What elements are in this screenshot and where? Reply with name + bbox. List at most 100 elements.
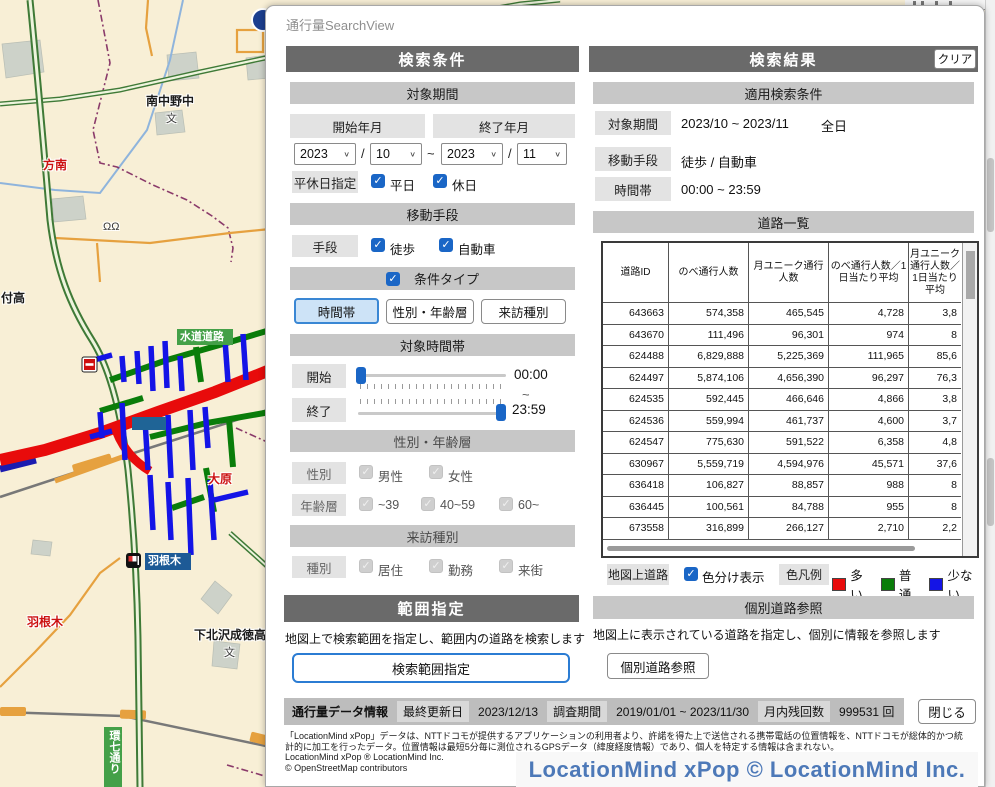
table-cell: 4,600: [829, 411, 909, 432]
map-roads-label: 地図上道路: [607, 564, 669, 585]
tab-gender-age[interactable]: 性別・年齢層: [386, 299, 474, 324]
scrollbar-thumb[interactable]: [987, 458, 994, 526]
survey-period-value: 2019/01/01 ~ 2023/11/30: [616, 705, 749, 719]
table-cell: 955: [829, 497, 909, 518]
worker-checkbox: ✓: [429, 559, 443, 573]
start-year-value: 2023: [300, 147, 328, 161]
road-table-header: 道路IDのべ通行人数月ユニーク通行人数のべ通行人数／1日当たり平均月ユニーク通行…: [603, 243, 961, 303]
table-row[interactable]: 636418106,82788,8579888: [603, 475, 961, 497]
visit-type-section-header: 来訪種別: [290, 525, 575, 547]
table-row[interactable]: 636445100,56184,7889558: [603, 497, 961, 519]
age-40-59-checkbox: ✓: [421, 497, 435, 511]
scrollbar-thumb[interactable]: [987, 158, 994, 232]
search-conditions-header: 検索条件: [286, 46, 579, 72]
end-slider-handle[interactable]: [496, 404, 506, 421]
osm-attribution: © OpenStreetMap contributors: [285, 763, 407, 773]
car-checkbox[interactable]: ✓: [439, 238, 453, 252]
end-month-select[interactable]: 11 ∨: [517, 143, 567, 165]
time-range-section-header: 対象時間帯: [290, 334, 575, 356]
table-cell: 624536: [603, 411, 669, 432]
road-table-body: 643663574,358465,5454,7283,8643670111,49…: [603, 303, 977, 540]
table-row[interactable]: 673558316,899266,1272,7102,2: [603, 518, 961, 540]
table-cell: 465,545: [749, 303, 829, 324]
table-cell: 4,656,390: [749, 368, 829, 389]
end-year-select[interactable]: 2023 ∨: [441, 143, 503, 165]
table-cell: 591,522: [749, 432, 829, 453]
screen: 南中野中文方南ΩΩ付高大原羽根木下北沢成徳高文水道道路羽根木環七通り 通行量Se…: [0, 0, 995, 787]
table-row[interactable]: 624547775,630591,5226,3584,8: [603, 432, 961, 454]
weekday-checkbox[interactable]: ✓: [371, 174, 385, 188]
table-cell: 5,874,106: [669, 368, 749, 389]
weekday-label: 平日: [390, 175, 415, 194]
individual-road-button[interactable]: 個別道路参照: [607, 653, 709, 679]
table-cell: 88,857: [749, 475, 829, 496]
table-cell: 630967: [603, 454, 669, 475]
start-slider-handle[interactable]: [356, 367, 366, 384]
end-slider-track[interactable]: [358, 412, 506, 415]
table-horizontal-scrollbar[interactable]: [607, 546, 957, 553]
visit-label: 種別: [292, 556, 346, 578]
scrollbar-thumb[interactable]: [966, 251, 975, 299]
male-checkbox: ✓: [359, 465, 373, 479]
close-button[interactable]: 閉じる: [918, 699, 976, 724]
dialog-title: 通行量SearchView: [286, 15, 394, 34]
table-cell: 643663: [603, 303, 669, 324]
condition-type-header: ✓ 条件タイプ: [290, 267, 575, 290]
table-cell: 106,827: [669, 475, 749, 496]
end-year-value: 2023: [447, 147, 475, 161]
male-label: 男性: [378, 466, 403, 485]
tab-time-range[interactable]: 時間帯: [294, 298, 379, 324]
resident-checkbox: ✓: [359, 559, 373, 573]
data-info-label: 通行量データ情報: [292, 703, 388, 720]
table-row[interactable]: 6244975,874,1064,656,39096,29776,3: [603, 368, 961, 390]
gender-age-section-header: 性別・年齢層: [290, 430, 575, 452]
applied-transport-label: 移動手段: [595, 147, 671, 171]
age-60plus-checkbox: ✓: [499, 497, 513, 511]
period-section-header: 対象期間: [290, 82, 575, 104]
applied-time-value: 00:00 ~ 23:59: [681, 182, 761, 197]
column-header: のべ通行人数: [669, 243, 749, 302]
applied-time-label: 時間帯: [595, 177, 671, 201]
table-row[interactable]: 6309675,559,7194,594,97645,57137,6: [603, 454, 961, 476]
table-row[interactable]: 643663574,358465,5454,7283,8: [603, 303, 961, 325]
clear-button[interactable]: クリア: [934, 49, 976, 69]
range-section-header: 範囲指定: [284, 595, 579, 622]
table-cell: 624488: [603, 346, 669, 367]
table-row[interactable]: 6244886,829,8885,225,369111,96585,6: [603, 346, 961, 368]
last-updated-value: 2023/12/13: [478, 705, 538, 719]
visitor-checkbox: ✓: [499, 559, 513, 573]
applied-period-value: 2023/10 ~ 2023/11: [681, 116, 789, 131]
time-tilde: ~: [522, 387, 530, 402]
table-cell: 3,8: [909, 389, 961, 410]
start-month-select[interactable]: 10 ∨: [370, 143, 422, 165]
resident-label: 居住: [378, 560, 403, 579]
holiday-checkbox[interactable]: ✓: [433, 174, 447, 188]
tab-visit-type[interactable]: 来訪種別: [481, 299, 566, 324]
road-table[interactable]: 道路IDのべ通行人数月ユニーク通行人数のべ通行人数／1日当たり平均月ユニーク通行…: [601, 241, 979, 558]
table-cell: 3,8: [909, 303, 961, 324]
transport-label: 手段: [292, 235, 358, 257]
start-month-label: 開始年月: [290, 114, 425, 138]
table-vertical-scrollbar[interactable]: [962, 243, 977, 556]
table-row[interactable]: 624535592,445466,6464,8663,8: [603, 389, 961, 411]
table-cell: 466,646: [749, 389, 829, 410]
walk-checkbox[interactable]: ✓: [371, 238, 385, 252]
scrollbar-thumb[interactable]: [607, 546, 915, 551]
table-row[interactable]: 643670111,49696,3019748: [603, 325, 961, 347]
condition-type-checkbox[interactable]: ✓: [386, 272, 400, 286]
table-cell: 2,2: [909, 518, 961, 539]
window-scrollbar[interactable]: [985, 0, 995, 787]
search-results-header: 検索結果: [589, 46, 978, 72]
table-row[interactable]: 624536559,994461,7374,6003,7: [603, 411, 961, 433]
column-header: 月ユニーク通行人数: [749, 243, 829, 302]
color-coding-checkbox[interactable]: ✓: [684, 567, 698, 581]
start-year-select[interactable]: 2023 ∨: [294, 143, 356, 165]
searchview-dialog: 通行量SearchView 検索条件 対象期間 開始年月 終了年月 2023 ∨…: [265, 5, 985, 787]
time-start-label: 開始: [292, 364, 346, 388]
start-slider-track[interactable]: [358, 374, 506, 377]
table-cell: 624497: [603, 368, 669, 389]
chevron-down-icon: ∨: [490, 150, 497, 159]
specify-range-button[interactable]: 検索範囲指定: [292, 653, 570, 683]
chevron-down-icon: ∨: [409, 150, 416, 159]
color-coding-label: 色分け表示: [702, 567, 765, 586]
